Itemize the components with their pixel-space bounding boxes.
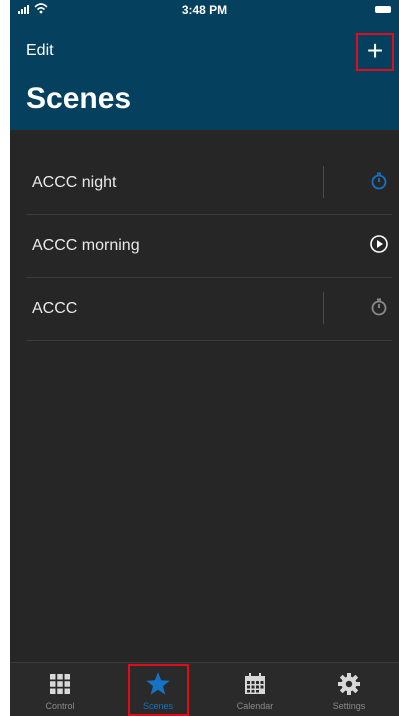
timer-icon[interactable] (370, 298, 388, 316)
tab-settings[interactable]: Settings (304, 663, 394, 716)
timer-icon[interactable] (370, 172, 388, 190)
tab-control[interactable]: Control (15, 663, 105, 716)
scene-row-accc-night[interactable]: ACCC night (26, 152, 392, 215)
scene-name: ACCC morning (32, 237, 140, 254)
scene-row-accc-morning[interactable]: ACCC morning (26, 215, 392, 278)
page-title: Scenes (26, 82, 132, 115)
scene-name: ACCC (32, 300, 78, 317)
selected-tab-highlight (128, 664, 189, 716)
row-divider (323, 292, 324, 324)
navigation-header: 3:48 PM Edit + Scenes (10, 0, 399, 130)
gear-icon (338, 673, 360, 695)
battery-icon (375, 6, 391, 13)
tab-label: Calendar (236, 701, 274, 711)
row-divider (323, 166, 324, 198)
tab-label: Settings (332, 701, 366, 711)
status-bar: 3:48 PM (10, 0, 399, 22)
edit-button[interactable]: Edit (26, 42, 54, 60)
status-time: 3:48 PM (181, 3, 228, 17)
scene-name: ACCC night (32, 174, 117, 191)
tab-bar: Control Scenes Calendar Settings (10, 662, 399, 716)
scene-row-accc[interactable]: ACCC (26, 278, 392, 341)
app-screen: 3:48 PM Edit + Scenes ACCC night ACCC mo… (10, 0, 399, 716)
tab-label: Control (45, 701, 75, 711)
tab-calendar[interactable]: Calendar (210, 663, 300, 716)
calendar-icon (245, 673, 265, 694)
play-circle-icon[interactable] (370, 235, 388, 253)
add-scene-button[interactable]: + (356, 33, 394, 71)
grid-icon (50, 674, 70, 694)
